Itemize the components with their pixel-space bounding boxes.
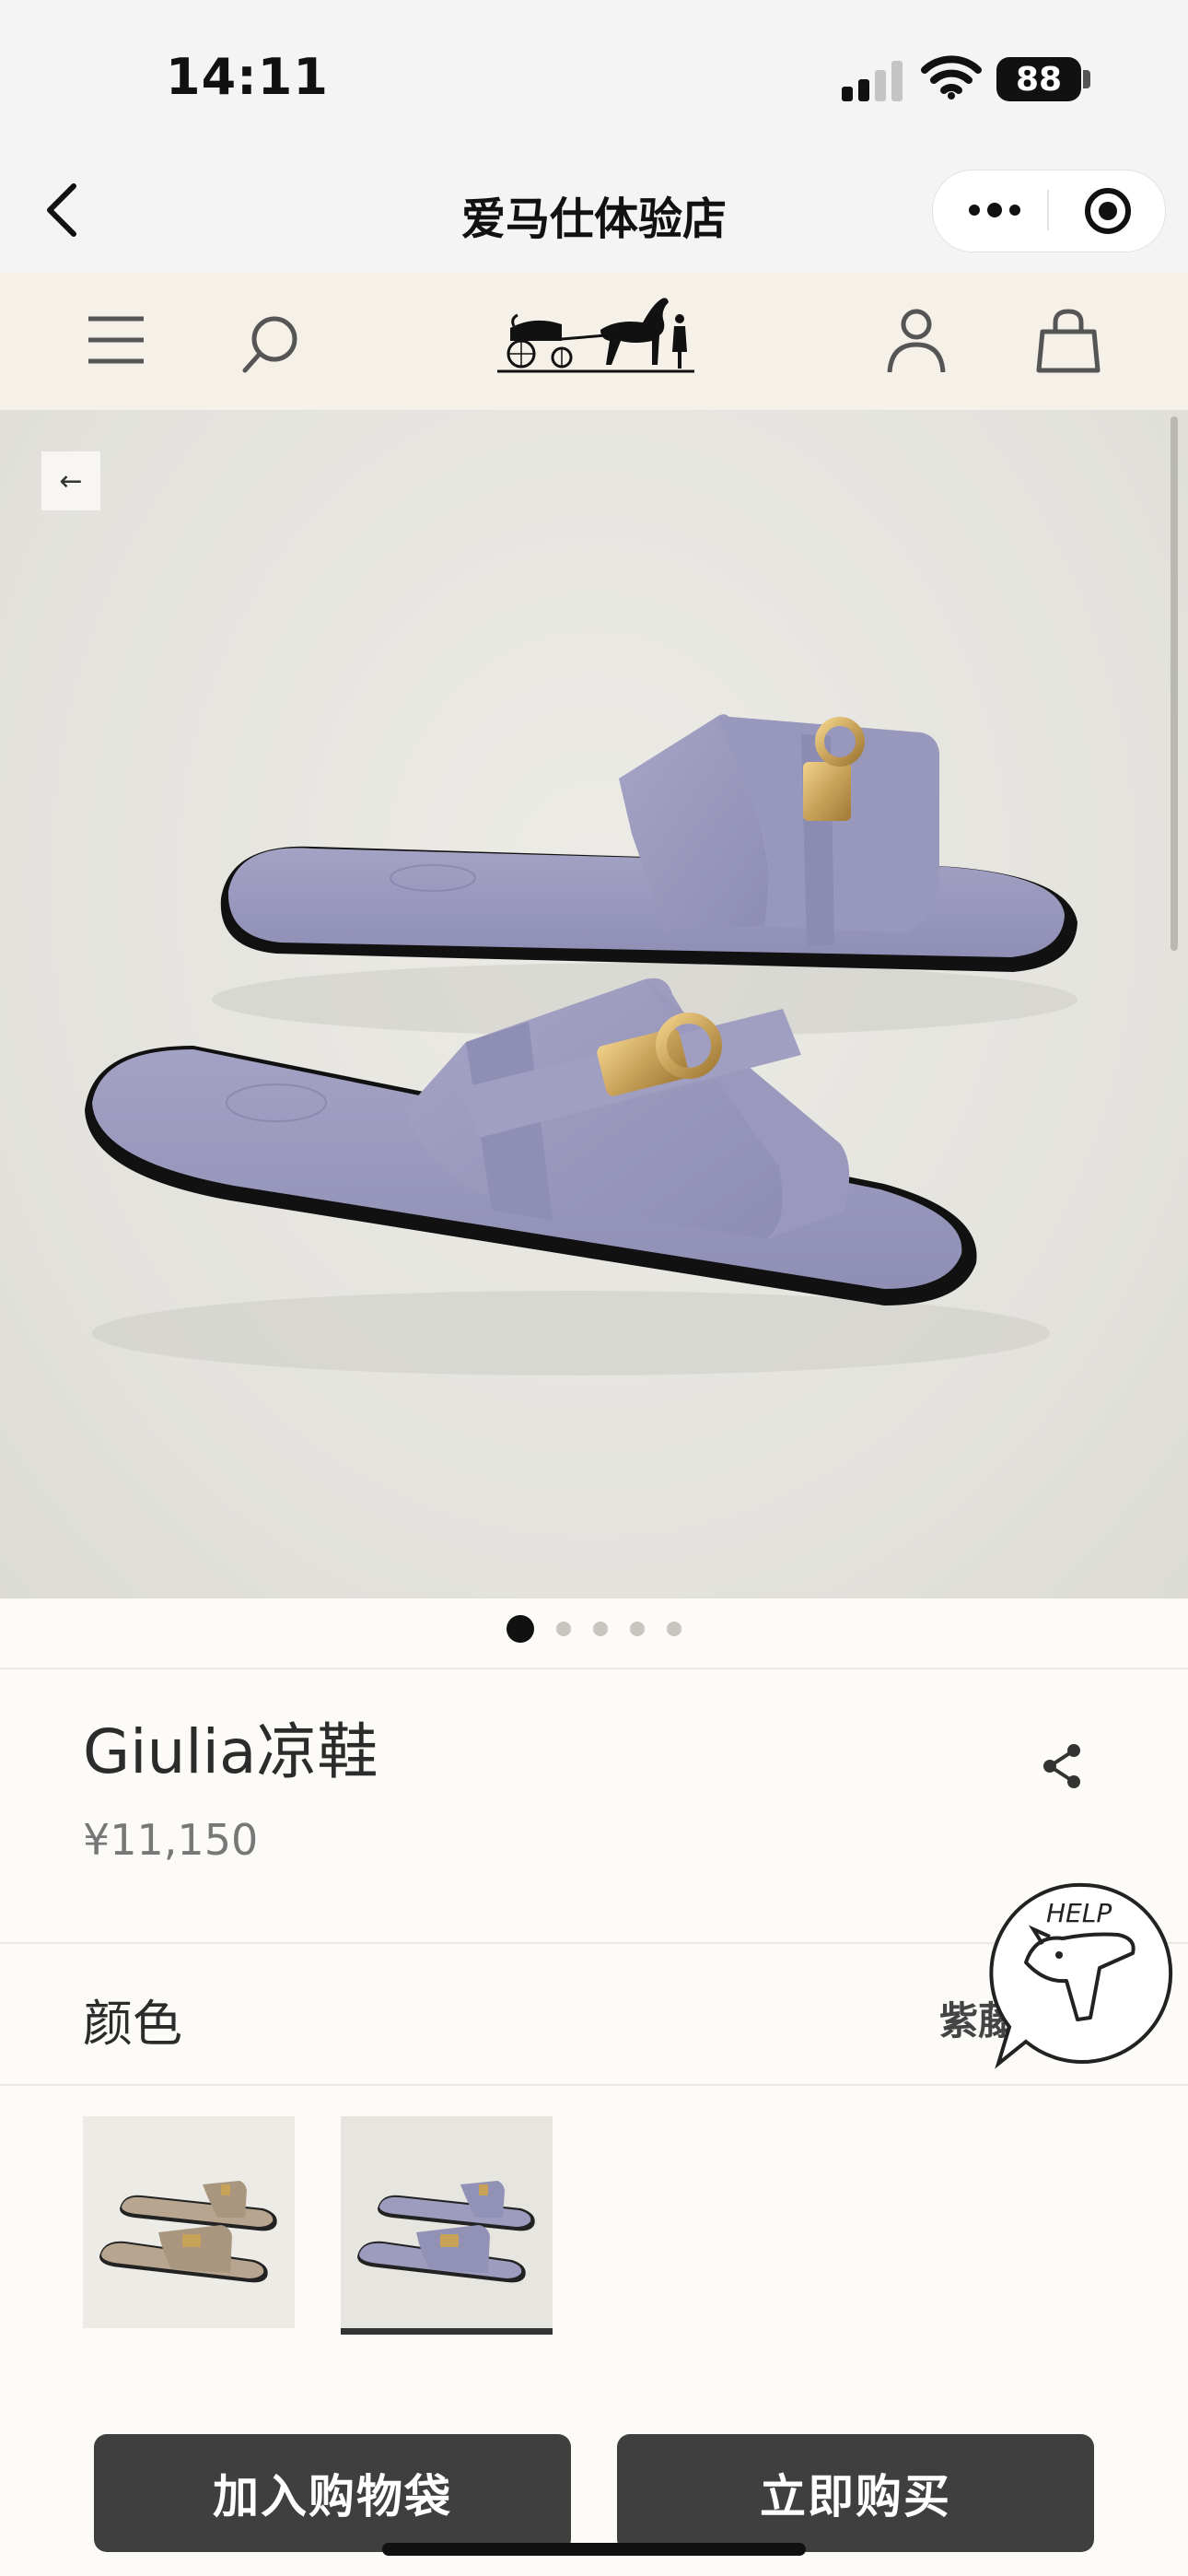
carousel-dots	[0, 1609, 1188, 1649]
color-swatch-taupe[interactable]	[83, 2116, 295, 2328]
product-price: ¥11,150	[83, 1815, 259, 1865]
color-label: 颜色	[83, 1995, 182, 2053]
more-options-icon[interactable]	[958, 190, 1031, 230]
carousel-dot-1[interactable]	[507, 1615, 534, 1643]
battery-nub	[1083, 70, 1090, 88]
status-time: 14:11	[166, 48, 329, 106]
battery-level: 88	[1015, 60, 1063, 99]
divider	[0, 1668, 1188, 1669]
add-to-bag-button[interactable]: 加入购物袋	[94, 2434, 571, 2552]
share-icon[interactable]	[1039, 1741, 1085, 1791]
home-indicator[interactable]	[382, 2543, 806, 2556]
product-title: Giulia凉鞋	[83, 1716, 379, 1787]
shopping-bag-icon[interactable]	[1033, 306, 1103, 376]
carousel-dot-4[interactable]	[630, 1622, 645, 1636]
account-icon[interactable]	[882, 306, 950, 376]
image-back-arrow-icon[interactable]: ←	[41, 451, 100, 510]
help-chat-icon[interactable]: HELP	[989, 1879, 1179, 2069]
capsule-divider	[1047, 190, 1049, 230]
cellular-signal-icon	[842, 61, 903, 101]
wifi-icon	[921, 55, 982, 100]
selected-swatch-indicator	[341, 2328, 553, 2335]
help-label: HELP	[1046, 1898, 1112, 1928]
color-swatch-lilac[interactable]	[341, 2116, 553, 2328]
hermes-carriage-logo[interactable]	[497, 287, 694, 376]
image-scrollbar[interactable]	[1171, 416, 1178, 951]
product-image[interactable]	[0, 410, 1188, 1598]
buy-now-button[interactable]: 立即购买	[617, 2434, 1094, 2552]
hamburger-menu-icon[interactable]	[83, 311, 149, 369]
carousel-dot-2[interactable]	[556, 1622, 571, 1636]
taupe-sandals-thumbnail	[99, 2181, 277, 2283]
sandals-illustration	[85, 714, 1077, 1376]
carousel-dot-3[interactable]	[593, 1622, 608, 1636]
battery-indicator: 88	[996, 57, 1081, 101]
carousel-dot-5[interactable]	[667, 1622, 681, 1636]
close-mini-program-icon[interactable]	[1077, 186, 1138, 236]
lilac-sandals-thumbnail	[357, 2181, 535, 2283]
search-icon[interactable]	[238, 310, 304, 376]
divider	[0, 2084, 1188, 2086]
